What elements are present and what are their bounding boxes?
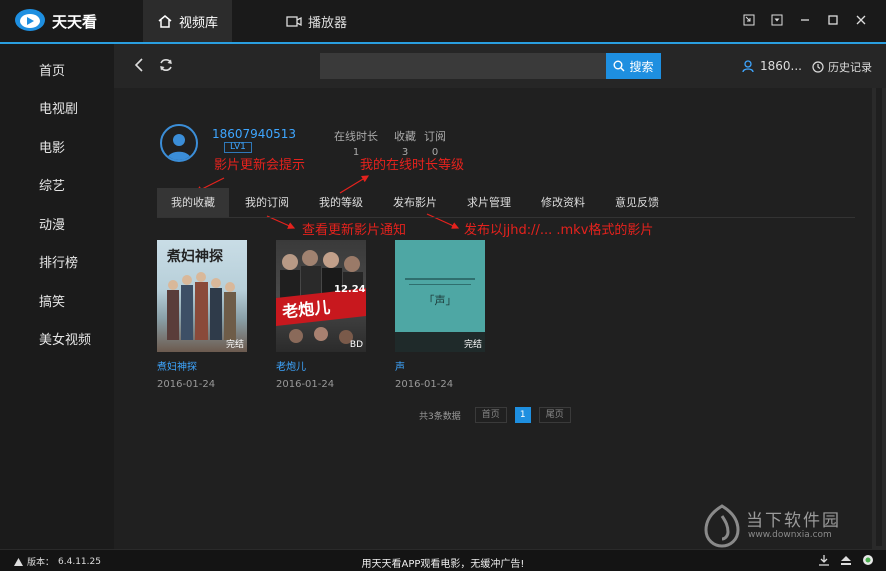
tab-publish-movie[interactable]: 发布影片: [379, 188, 451, 217]
home-icon: [158, 14, 172, 28]
movie-poster[interactable]: 煮妇神探 完结: [157, 240, 247, 352]
poster-title-text: 「声」: [423, 294, 457, 307]
movie-poster[interactable]: 「声」 完结: [395, 240, 485, 352]
sidebar-item-beauty-videos[interactable]: 美女视频: [0, 320, 114, 359]
history-label: 历史记录: [828, 61, 872, 74]
watermark-url: www.downxia.com: [748, 530, 832, 540]
close-icon: [856, 15, 866, 25]
movie-card[interactable]: 煮妇神探 完结 煮妇神探 2016-01-24: [157, 240, 247, 390]
watermark-logo-icon: [704, 504, 740, 548]
eject-icon[interactable]: [840, 554, 852, 566]
tab-video-library[interactable]: 视频库: [143, 0, 233, 42]
movie-date: 2016-01-24: [276, 379, 335, 390]
movie-tag: 完结: [225, 340, 244, 350]
title-bar: 天天看 视频库 播放器: [0, 0, 886, 44]
maximize-icon: [828, 15, 838, 25]
movie-title[interactable]: 老炮儿: [276, 358, 366, 373]
last-page-button[interactable]: 尾页: [538, 407, 571, 423]
movie-tag: 完结: [463, 340, 482, 350]
status-indicator-icon[interactable]: [862, 554, 874, 566]
menu-dropdown-icon: [771, 14, 783, 26]
sidebar: 首页 电视剧 电影 综艺 动漫 排行榜 搞笑 美女视频: [0, 44, 114, 549]
video-camera-icon: [286, 15, 302, 27]
user-label: 1860...: [760, 59, 802, 73]
main-toolbar: 搜索 1860... 历史记录: [114, 44, 886, 88]
poster-title-text: 煮妇神探: [167, 249, 223, 265]
watermark-text: 当下软件园: [746, 511, 841, 531]
window-controls: [742, 12, 868, 28]
search-input[interactable]: [320, 53, 606, 79]
movie-card[interactable]: 「声」 完结 声 2016-01-24: [395, 240, 485, 390]
promo-text[interactable]: 用天天看APP观看电影，无缓冲广告!: [0, 555, 886, 570]
movie-tag: BD: [349, 340, 363, 350]
pagination-count: 共3条数据: [419, 411, 461, 422]
download-icon[interactable]: [818, 554, 830, 566]
status-bar: 版本： 6.4.11.25 用天天看APP观看电影，无缓冲广告!: [0, 549, 886, 571]
minimize-icon: [801, 19, 809, 21]
tab-my-subscriptions[interactable]: 我的订阅: [231, 188, 303, 217]
refresh-icon[interactable]: [158, 57, 174, 73]
mini-mode-button[interactable]: [742, 12, 756, 28]
app-logo-icon: [15, 9, 45, 31]
poster-date-text: 12.24: [334, 284, 366, 295]
sidebar-item-home[interactable]: 首页: [0, 50, 114, 89]
sidebar-item-variety[interactable]: 综艺: [0, 166, 114, 205]
pagination: 共3条数据 首页 1 尾页: [419, 407, 571, 423]
tab-request-management[interactable]: 求片管理: [453, 188, 525, 217]
search-icon: [613, 60, 625, 72]
tab-player[interactable]: 播放器: [272, 0, 361, 42]
user-icon: [742, 59, 754, 72]
tab-video-library-label: 视频库: [179, 15, 219, 31]
search-button[interactable]: 搜索: [606, 53, 661, 79]
history-button[interactable]: 历史记录: [812, 59, 872, 75]
scrollbar[interactable]: [872, 88, 886, 549]
tab-edit-profile[interactable]: 修改资料: [527, 188, 599, 217]
first-page-button[interactable]: 首页: [474, 407, 507, 423]
app-name: 天天看: [52, 13, 98, 31]
maximize-button[interactable]: [826, 12, 840, 28]
movie-date: 2016-01-24: [157, 379, 216, 390]
sidebar-item-tv-series[interactable]: 电视剧: [0, 89, 114, 128]
movie-title[interactable]: 声: [395, 358, 485, 373]
movie-date: 2016-01-24: [395, 379, 454, 390]
current-page-button[interactable]: 1: [514, 407, 531, 423]
menu-button[interactable]: [770, 12, 784, 28]
tab-feedback[interactable]: 意见反馈: [601, 188, 673, 217]
scrollbar-thumb[interactable]: [876, 88, 882, 546]
sidebar-item-rankings[interactable]: 排行榜: [0, 243, 114, 282]
poster-title-text: 老炮儿: [281, 297, 332, 322]
poster-line-decoration: [409, 284, 471, 285]
sidebar-item-funny[interactable]: 搞笑: [0, 281, 114, 320]
close-button[interactable]: [854, 12, 868, 28]
minimize-button[interactable]: [798, 12, 812, 28]
profile-tabs: 我的收藏 我的订阅 我的等级 发布影片 求片管理 修改资料 意见反馈: [157, 188, 855, 218]
search-button-label: 搜索: [629, 59, 654, 74]
movie-card[interactable]: 老炮儿 12.24 BD 老炮儿 2016-01-24: [276, 240, 366, 390]
main-content: 18607940513 LV1 在线时长 1 收藏 3 订阅 0 影片更新会提示…: [114, 88, 872, 549]
poster-line-decoration: [405, 278, 475, 280]
tab-my-favorites[interactable]: 我的收藏: [157, 188, 229, 217]
status-icons: [818, 554, 874, 566]
movie-title[interactable]: 煮妇神探: [157, 358, 247, 373]
tab-my-level[interactable]: 我的等级: [305, 188, 377, 217]
mini-mode-icon: [743, 14, 755, 26]
sidebar-item-anime[interactable]: 动漫: [0, 204, 114, 243]
user-account[interactable]: 1860...: [742, 59, 802, 73]
clock-icon: [812, 61, 824, 73]
tab-player-label: 播放器: [308, 15, 348, 31]
watermark: 当下软件园 www.downxia.com: [702, 500, 872, 550]
movie-poster[interactable]: 老炮儿 12.24 BD: [276, 240, 366, 352]
sidebar-item-movies[interactable]: 电影: [0, 127, 114, 166]
back-arrow-icon[interactable]: [134, 58, 144, 72]
